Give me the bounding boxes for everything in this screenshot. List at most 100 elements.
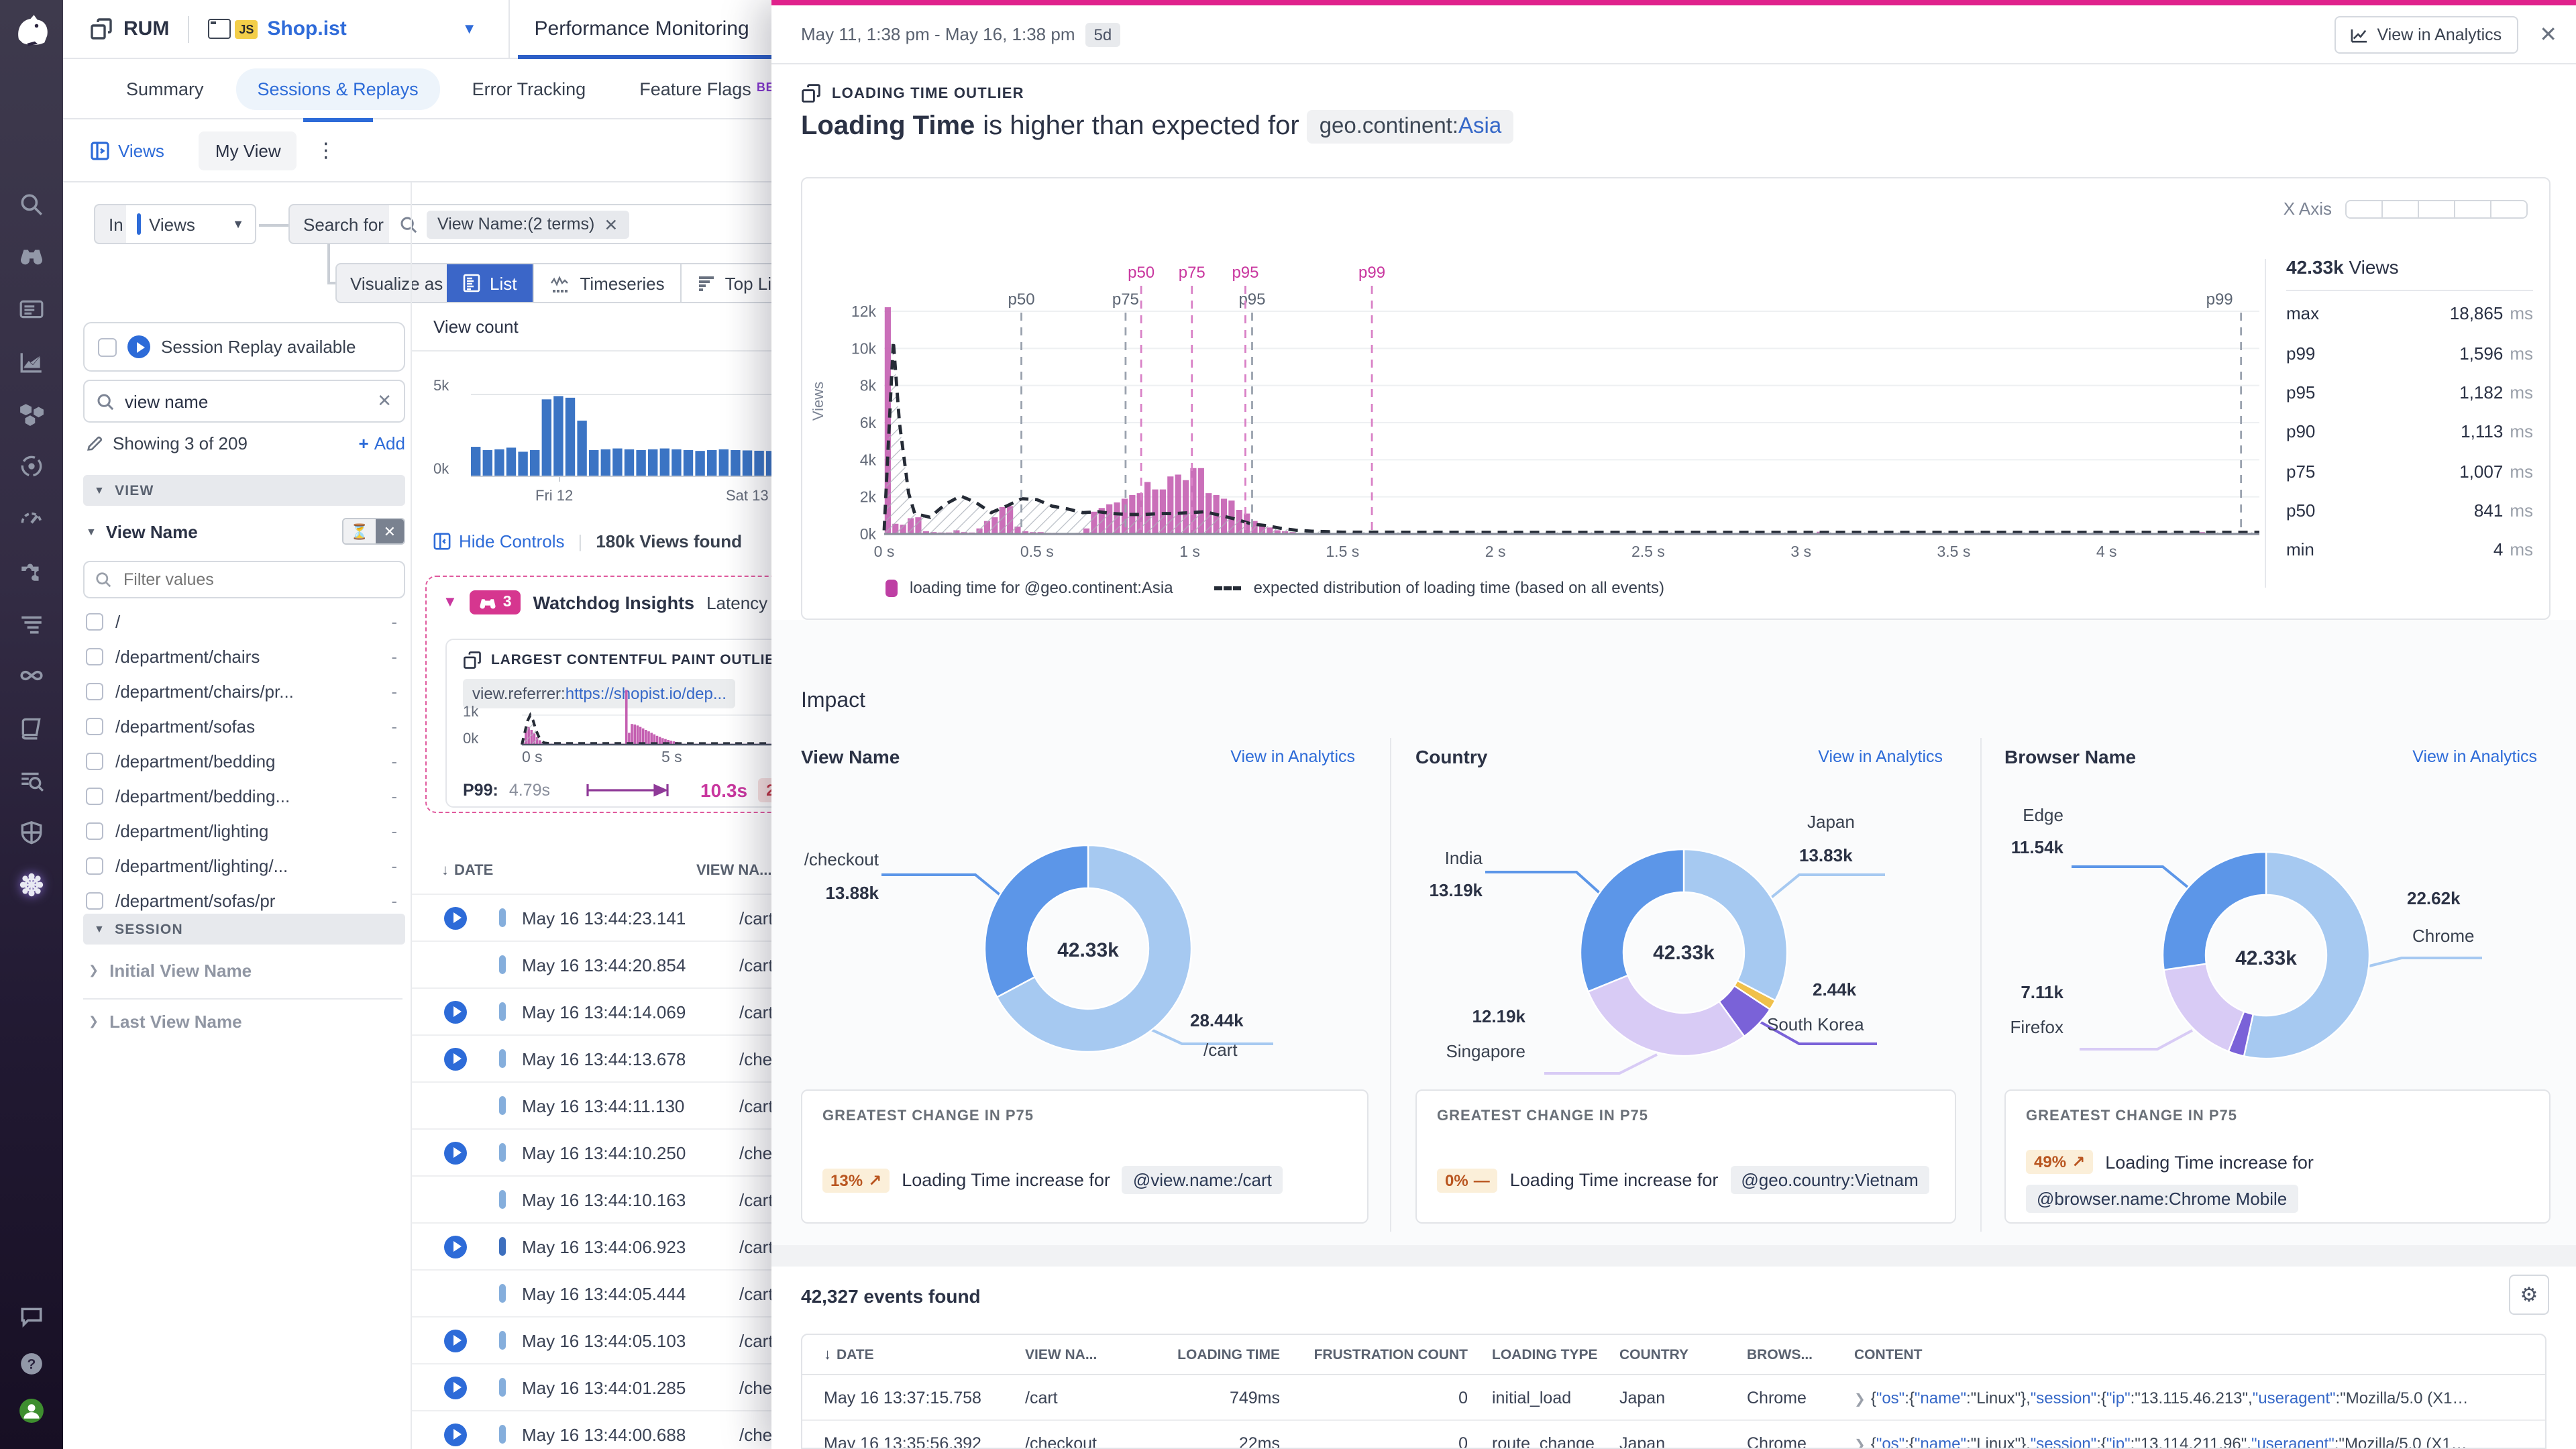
loading-time-distribution-chart[interactable]: 0k2k4k6k8k10k12kp50p75p95p99p50p75p95p99…	[863, 259, 2259, 570]
infrastructure-icon[interactable]	[19, 401, 44, 427]
filter-values-field[interactable]	[121, 569, 322, 590]
apm-icon[interactable]	[19, 453, 44, 479]
replay-play-button[interactable]	[444, 1329, 467, 1352]
col-loading-time[interactable]: LOADING TIME	[1152, 1346, 1280, 1362]
help-icon[interactable]: ?	[19, 1351, 44, 1377]
facet-group-view[interactable]: ▼VIEW	[83, 475, 405, 506]
col-content[interactable]: CONTENT	[1854, 1346, 2545, 1362]
event-row[interactable]: May 16 13:35:56.392 /checkout 22ms 0 rou…	[802, 1421, 2545, 1449]
col-frustration[interactable]: FRUSTRATION COUNT	[1280, 1346, 1468, 1362]
tag-pill[interactable]: @browser.name:Chrome Mobile	[2026, 1185, 2298, 1213]
checkbox[interactable]	[86, 787, 103, 804]
checkbox[interactable]	[86, 612, 103, 630]
x-axis-option[interactable]	[2383, 201, 2419, 217]
add-facet-button[interactable]: +Add	[359, 433, 405, 453]
tag-pill[interactable]: @view.name:/cart	[1122, 1166, 1283, 1194]
view-in-analytics-link[interactable]: View in Analytics	[1818, 747, 1943, 766]
tab-error-tracking[interactable]: Error Tracking	[451, 68, 608, 109]
more-options-icon[interactable]: ⋮	[316, 138, 337, 162]
view-in-analytics-button[interactable]: View in Analytics	[2334, 15, 2518, 53]
checkbox[interactable]	[86, 717, 103, 735]
application-selector[interactable]: Shop.ist	[267, 17, 346, 40]
replay-play-button[interactable]	[444, 1141, 467, 1164]
facet-value-row[interactable]: /department/chairs/pr... -	[86, 674, 405, 708]
chevron-down-icon[interactable]: ▼	[443, 594, 458, 610]
tab-performance-monitoring[interactable]: Performance Monitoring	[511, 0, 773, 58]
view-name-donut[interactable]	[801, 778, 1368, 1087]
search-icon[interactable]	[19, 192, 44, 217]
replay-play-button[interactable]	[444, 1047, 467, 1070]
security-icon[interactable]	[19, 820, 44, 845]
edit-pencil-icon[interactable]	[86, 435, 103, 452]
event-row[interactable]: May 16 13:37:15.758 /cart 749ms 0 initia…	[802, 1375, 2545, 1421]
clear-search-icon[interactable]: ✕	[377, 390, 392, 412]
checkbox[interactable]	[86, 682, 103, 700]
view-in-analytics-link[interactable]: View in Analytics	[2412, 747, 2537, 766]
expand-chevron-icon[interactable]: ❯	[1854, 1392, 1866, 1407]
facet-last-view-name[interactable]: ❯Last View Name	[89, 1012, 242, 1032]
replay-play-button[interactable]	[444, 906, 467, 929]
logs-icon[interactable]	[19, 610, 44, 636]
filter-values-input[interactable]	[83, 561, 405, 598]
facet-value-row[interactable]: /department/lighting/... -	[86, 848, 405, 883]
checkbox[interactable]	[86, 892, 103, 909]
facet-value-row[interactable]: / -	[86, 604, 405, 639]
checkbox[interactable]	[86, 752, 103, 769]
facet-value-row[interactable]: /department/lighting -	[86, 813, 405, 848]
notebooks-icon[interactable]	[19, 715, 44, 741]
close-icon[interactable]: ✕	[2539, 21, 2557, 48]
facet-value-row[interactable]: /department/chairs -	[86, 639, 405, 674]
col-country[interactable]: COUNTRY	[1619, 1346, 1747, 1362]
current-view-chip[interactable]: My View	[199, 131, 297, 170]
rum-nav-icon[interactable]	[19, 297, 44, 322]
facet-value-row[interactable]: /department/sofas -	[86, 708, 405, 743]
facet-group-session[interactable]: ▼SESSION	[83, 914, 405, 945]
facet-initial-view-name[interactable]: ❯Initial View Name	[89, 961, 252, 981]
facet-search-box[interactable]: view name ✕	[83, 380, 405, 423]
replay-play-button[interactable]	[444, 1235, 467, 1258]
chat-icon[interactable]	[19, 1304, 44, 1330]
log-search-icon[interactable]	[19, 767, 44, 793]
x-axis-option[interactable]	[2455, 201, 2491, 217]
integrations-icon[interactable]	[19, 558, 44, 584]
query-scope-dropdown[interactable]: Views▼	[126, 204, 256, 244]
col-view[interactable]: VIEW NA...	[1025, 1346, 1152, 1362]
user-avatar[interactable]	[19, 1398, 44, 1424]
tab-summary[interactable]: Summary	[105, 68, 225, 109]
replay-play-button[interactable]	[444, 1376, 467, 1399]
col-browser[interactable]: BROWS...	[1747, 1346, 1841, 1362]
service-map-icon[interactable]	[19, 872, 44, 898]
checkbox[interactable]	[86, 857, 103, 874]
tag-pill[interactable]: @geo.country:Vietnam	[1730, 1166, 1929, 1194]
facet-view-name[interactable]: ▼ View Name ⏳ ✕	[86, 518, 405, 545]
clear-facet-filter-icon[interactable]: ✕	[376, 519, 404, 543]
expand-chevron-icon[interactable]: ❯	[1854, 1438, 1866, 1449]
view-in-analytics-link[interactable]: View in Analytics	[1230, 747, 1355, 766]
ci-pipelines-icon[interactable]	[19, 663, 44, 688]
col-loading-type[interactable]: LOADING TYPE	[1492, 1346, 1619, 1362]
dashboards-gauge-icon[interactable]	[19, 506, 44, 531]
replay-play-button[interactable]	[444, 1000, 467, 1023]
chevron-down-icon[interactable]: ▼	[462, 21, 477, 37]
country-donut[interactable]	[1415, 778, 1956, 1087]
tag-pill[interactable]: geo.continent:Asia	[1307, 110, 1514, 144]
facet-filter-chip[interactable]: ⏳ ✕	[342, 518, 405, 545]
datadog-logo[interactable]	[12, 11, 52, 51]
x-axis-option[interactable]	[2347, 201, 2383, 217]
facet-value-row[interactable]: /department/sofas/pr -	[86, 883, 405, 916]
facet-value-row[interactable]: /department/bedding... -	[86, 778, 405, 813]
table-settings-button[interactable]: ⚙	[2509, 1275, 2549, 1315]
replay-play-button[interactable]	[444, 1423, 467, 1446]
x-axis-option[interactable]	[2419, 201, 2455, 217]
views-button[interactable]: Views	[90, 140, 164, 160]
hide-controls-button[interactable]: Hide Controls	[433, 531, 565, 551]
checkbox[interactable]	[86, 647, 103, 665]
watchdog-header[interactable]: ▼ 3 Watchdog Insights Latency ou	[443, 590, 792, 614]
checkbox[interactable]	[86, 822, 103, 839]
x-axis-option[interactable]	[2491, 201, 2526, 217]
tab-sessions-replays[interactable]: Sessions & Replays	[236, 68, 440, 109]
metrics-icon[interactable]	[19, 349, 44, 374]
facet-value-row[interactable]: /department/bedding -	[86, 743, 405, 778]
watchdog-icon[interactable]	[19, 244, 44, 270]
checkbox[interactable]	[98, 337, 117, 356]
